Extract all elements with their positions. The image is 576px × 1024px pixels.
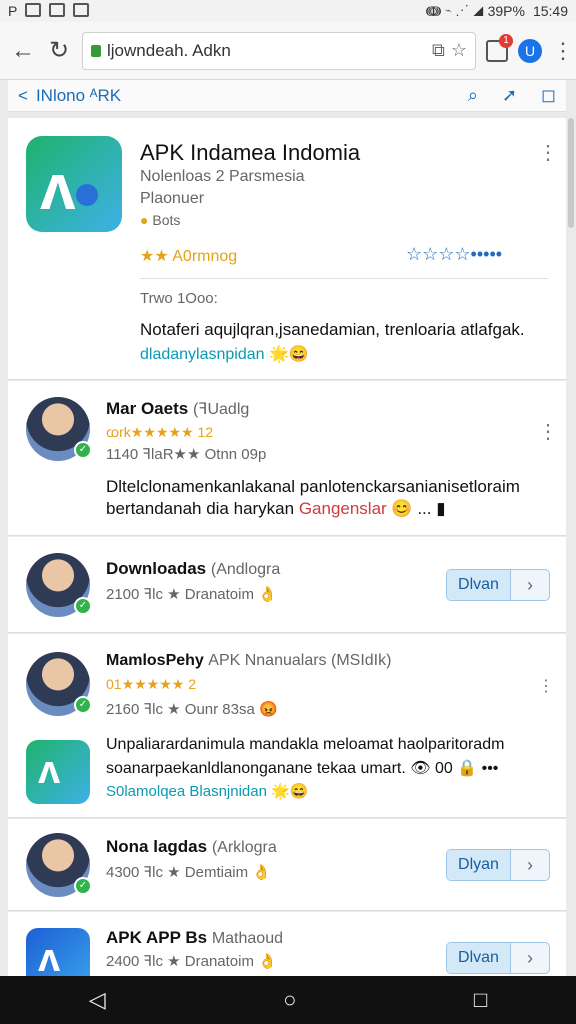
hero-more-icon[interactable]: ⋮ (538, 140, 558, 165)
avatar: ✓ (26, 833, 92, 897)
verified-check-icon: ✓ (74, 597, 92, 615)
item-name: Mar Oaets (ꟻUadlg (106, 399, 250, 418)
item-more-icon[interactable]: ⋮ (538, 419, 558, 444)
row-name: APK APP Bs Mathaoud (106, 928, 283, 947)
chevron-right-icon: › (527, 948, 533, 968)
item-text-2: bertandanah dia harykan Gangenslar 😊 ...… (106, 499, 446, 518)
tab-share-icon[interactable]: ⧉ (432, 40, 445, 61)
download-button[interactable]: Dlvan › (446, 942, 550, 974)
header-title: INlono ᴬRK (35, 85, 122, 105)
avatar: ✓ (26, 397, 92, 461)
app-logo-icon: ʌ (26, 740, 90, 804)
bookmark-star-icon[interactable]: ☆ (451, 40, 467, 61)
app-description: Notaferi aqujlqran,jsanedamian, trenloar… (140, 320, 525, 339)
lock-icon (91, 44, 101, 57)
back-arrow-icon[interactable]: ← (10, 37, 36, 65)
item-text-2: soanarpaekanldlanonganane tekaa umart. 👁… (106, 760, 499, 777)
notification-icon (73, 3, 90, 17)
square-icon[interactable]: ◻ (541, 85, 556, 106)
list-item[interactable]: ✓ MamlosPehy APK Nnanualars (MSIdIk) 01★… (8, 634, 566, 818)
item-tagline: S0lamolqea Blasnjnidan 🌟😄 (106, 783, 309, 800)
rating-stars-blue[interactable]: ☆☆☆☆••••• (406, 244, 502, 265)
rating-label: ★★ A0rmnog (140, 248, 238, 265)
app-tagline: dladanylasnpidan 🌟😄 (140, 346, 309, 363)
notification-icon (25, 3, 42, 17)
tab-count-badge: 1 (499, 33, 513, 48)
nav-home-icon[interactable]: ○ (283, 987, 296, 1013)
row-stats: 2400 ꟻlc ★ Dranatoim 👌 (106, 953, 277, 970)
send-icon[interactable]: ➚ (502, 85, 517, 106)
menu-kebab-icon[interactable]: ⋮ (552, 38, 574, 64)
item-more-icon[interactable]: ⋮ (538, 676, 554, 696)
download-row[interactable]: ✓ Nona lagdas (Arklogra 4300 ꟻlc ★ Demti… (8, 819, 566, 911)
download-row[interactable]: ʌ APK APP Bs Mathaoud 2400 ꟻlc ★ Dranato… (8, 912, 566, 992)
nav-recent-icon[interactable]: □ (474, 987, 487, 1013)
avatar: ✓ (26, 553, 92, 617)
app-hero-card: ʌ APK Indamea Indomia Nolenloas 2 Parsme… (8, 118, 566, 380)
divider (140, 278, 548, 279)
signal-battery-indicators: ↈ ⌁ ⋰ ◢ 39P% (425, 2, 525, 19)
profile-icon[interactable]: U (518, 38, 542, 63)
item-rating: 01★★★★★ 2 (106, 676, 197, 692)
tabs-icon[interactable]: 1 (486, 33, 513, 62)
row-stats: 2100 ꟻlc ★ Dranatoim 👌 (106, 586, 277, 603)
header-back-icon[interactable]: < (18, 86, 28, 106)
meta-info: Trwo 1Ooo: (140, 290, 218, 307)
badge-icon: ● (140, 212, 149, 228)
chevron-right-icon: › (527, 575, 533, 595)
verified-check-icon: ✓ (74, 441, 92, 459)
download-row[interactable]: ✓ Downloadas (Andlogra 2100 ꟻlc ★ Dranat… (8, 537, 566, 633)
notification-p-icon: P (8, 3, 18, 19)
status-left-icons: P (8, 3, 90, 19)
app-title: APK Indamea Indomia (140, 140, 361, 165)
item-text: Unpaliarardanimula mandakla meloamat hao… (106, 736, 505, 753)
url-text[interactable]: ljowndeah. Adkn (107, 41, 426, 61)
status-bar: P ↈ ⌁ ⋰ ◢ 39P% 15:49 (0, 0, 576, 22)
row-name: Nona lagdas (Arklogra (106, 837, 277, 856)
chevron-right-icon: › (527, 855, 533, 875)
row-name: Downloadas (Andlogra (106, 559, 281, 578)
app-badge: ● Bots (140, 212, 181, 228)
browser-toolbar: ← ↻ ljowndeah. Adkn ⧉ ☆ 1 U ⋮ (0, 22, 576, 80)
nav-back-icon[interactable]: ◁ (89, 987, 106, 1013)
app-header: < INlono ᴬRK ⌕ ➚ ◻ (8, 80, 566, 112)
verified-check-icon: ✓ (74, 696, 92, 714)
row-stats: 4300 ꟻlc ★ Demtiaim 👌 (106, 864, 271, 881)
scrollbar[interactable] (568, 118, 574, 228)
item-stats: 2160 ꟻlc ★ Ounr 83sa 😡 (106, 701, 278, 718)
item-text: Dltelclonamenkanlakanal panlotenckarsani… (106, 477, 520, 496)
clock: 15:49 (532, 3, 568, 19)
system-nav-bar: ◁ ○ □ (0, 976, 576, 1024)
list-item[interactable]: ✓ Mar Oaets (ꟻUadlg ꭃrk★★★★★ 12 1140 ꟻla… (8, 381, 566, 536)
avatar: ✓ (26, 652, 92, 716)
app-subtitle: Nolenloas 2 Parsmesia (140, 168, 305, 185)
notification-icon (49, 3, 66, 17)
download-button[interactable]: Dlyan › (446, 849, 550, 881)
item-name: MamlosPehy APK Nnanualars (MSIdIk) (106, 652, 392, 669)
verified-check-icon: ✓ (74, 877, 92, 895)
reload-icon[interactable]: ↻ (46, 36, 72, 65)
developer-name[interactable]: Plaonuer (140, 190, 204, 208)
item-stats: 1140 ꟻlaR★★ Otnn 09p (106, 446, 267, 463)
item-rating: ꭃrk★★★★★ 12 (106, 424, 214, 440)
app-logo-icon: ʌ (26, 136, 122, 232)
address-bar[interactable]: ljowndeah. Adkn ⧉ ☆ (82, 31, 476, 70)
search-icon[interactable]: ⌕ (468, 85, 478, 106)
download-button[interactable]: Dlvan › (446, 569, 550, 601)
